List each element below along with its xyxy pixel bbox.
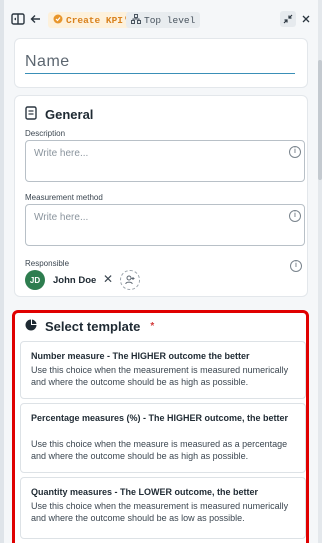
measurement-placeholder: Write here... [34, 212, 89, 223]
breadcrumb-create-label: Create KPI's [66, 14, 135, 26]
name-placeholder: Name [25, 53, 70, 70]
top-bar: Create KPI's Top level [4, 0, 318, 38]
template-option-number[interactable]: Number measure - The HIGHER outcome the … [20, 341, 306, 399]
name-card: Name [14, 38, 308, 88]
close-icon[interactable] [298, 11, 314, 27]
general-header: General [25, 106, 93, 123]
select-template-header: Select template * [25, 319, 154, 334]
create-kpi-panel: Create KPI's Top level Name General Desc… [4, 0, 318, 543]
select-template-title: Select template [45, 319, 141, 334]
template-option-title: Number measure - The HIGHER outcome the … [31, 351, 250, 361]
info-icon[interactable]: i [289, 146, 301, 158]
document-icon [25, 106, 37, 123]
template-option-description: Use this choice when the measurement is … [31, 501, 289, 523]
template-option-description: Use this choice when the measurement is … [31, 365, 289, 387]
description-field[interactable]: Write here... i [25, 140, 305, 182]
responsible-label: Responsible [25, 259, 70, 268]
description-placeholder: Write here... [34, 148, 89, 159]
back-arrow-icon[interactable] [28, 11, 44, 27]
info-icon[interactable]: i [289, 210, 301, 222]
measurement-field[interactable]: Write here... i [25, 204, 305, 246]
description-label: Description [25, 129, 66, 138]
add-user-icon[interactable] [120, 270, 140, 290]
template-option-quantity[interactable]: Quantity measures - The LOWER outcome, t… [20, 477, 306, 539]
kpi-icon [53, 14, 63, 27]
template-option-percentage[interactable]: Percentage measures (%) - The HIGHER out… [20, 403, 306, 473]
required-mark: * [150, 321, 155, 332]
scrollbar[interactable] [318, 0, 322, 543]
info-icon[interactable]: i [290, 260, 302, 272]
breadcrumb-top-level[interactable]: Top level [126, 12, 201, 28]
measurement-label: Measurement method [25, 193, 103, 202]
scrollbar-thumb[interactable] [318, 60, 322, 180]
remove-responsible-icon[interactable]: ✕ [103, 272, 113, 286]
pie-chart-icon [25, 319, 37, 334]
responsible-name: John Doe [53, 275, 97, 286]
template-option-description: Use this choice when the measure is meas… [31, 439, 288, 461]
general-title: General [45, 107, 94, 122]
template-option-title: Quantity measures - The LOWER outcome, t… [31, 487, 259, 497]
name-input[interactable]: Name [25, 53, 295, 74]
template-option-title: Percentage measures (%) - The HIGHER out… [31, 413, 289, 423]
breadcrumb-top-label: Top level [144, 14, 196, 26]
general-card: General Description Write here... i Meas… [14, 95, 308, 297]
collapse-icon[interactable] [280, 11, 296, 27]
select-template-card: Select template * Number measure - The H… [12, 310, 309, 543]
avatar: JD [25, 270, 45, 290]
hierarchy-icon [131, 13, 141, 27]
panel-toggle-icon[interactable] [10, 11, 26, 27]
